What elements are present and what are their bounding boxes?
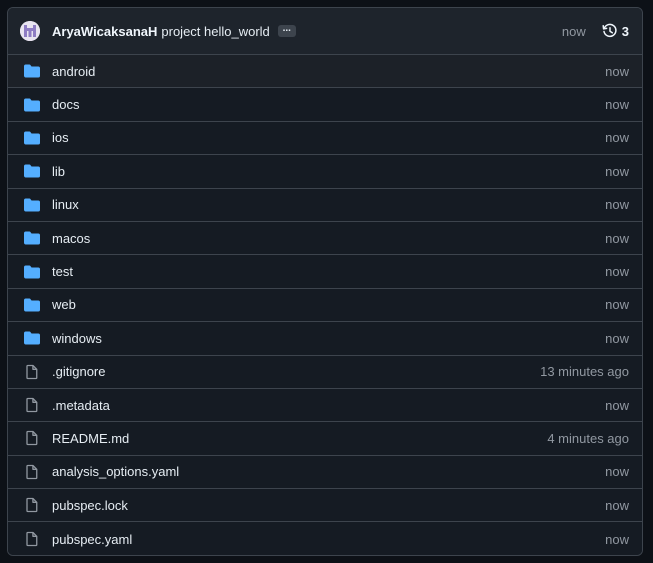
- last-updated: now: [605, 197, 629, 213]
- folder-row[interactable]: android now: [8, 55, 642, 89]
- folder-icon: [24, 330, 40, 346]
- file-name-link[interactable]: ios: [52, 130, 605, 145]
- file-row[interactable]: pubspec.yaml now: [8, 522, 642, 555]
- folder-row[interactable]: linux now: [8, 188, 642, 222]
- commit-time: now: [561, 23, 586, 39]
- file-icon: [24, 497, 40, 513]
- file-icon: [24, 430, 40, 446]
- avatar[interactable]: [20, 21, 40, 41]
- last-updated: now: [605, 464, 629, 480]
- file-name-link[interactable]: .gitignore: [52, 364, 540, 379]
- file-browser: AryaWicaksanaH project hello_world ... n…: [7, 7, 643, 556]
- folder-icon: [24, 197, 40, 213]
- last-updated: now: [605, 163, 629, 179]
- folder-icon: [24, 163, 40, 179]
- last-updated: 13 minutes ago: [540, 364, 629, 380]
- file-icon: [24, 531, 40, 547]
- last-updated: now: [605, 397, 629, 413]
- file-row[interactable]: README.md 4 minutes ago: [8, 422, 642, 456]
- file-name-link[interactable]: analysis_options.yaml: [52, 464, 605, 479]
- history-button[interactable]: 3: [602, 23, 629, 39]
- folder-icon: [24, 297, 40, 313]
- folder-row[interactable]: ios now: [8, 121, 642, 156]
- file-name-link[interactable]: web: [52, 297, 605, 312]
- last-updated: now: [605, 497, 629, 513]
- file-name-link[interactable]: test: [52, 264, 605, 279]
- folder-row[interactable]: docs now: [8, 88, 642, 122]
- folder-icon: [24, 230, 40, 246]
- file-name-link[interactable]: macos: [52, 231, 605, 246]
- file-row[interactable]: analysis_options.yaml now: [8, 455, 642, 490]
- file-name-link[interactable]: pubspec.yaml: [52, 532, 605, 547]
- folder-row[interactable]: test now: [8, 255, 642, 289]
- folder-icon: [24, 97, 40, 113]
- folder-row[interactable]: web now: [8, 288, 642, 323]
- file-name-link[interactable]: linux: [52, 197, 605, 212]
- file-name-link[interactable]: README.md: [52, 431, 547, 446]
- file-name-link[interactable]: pubspec.lock: [52, 498, 605, 513]
- latest-commit-bar: AryaWicaksanaH project hello_world ... n…: [8, 8, 642, 55]
- history-count: 3: [621, 23, 629, 39]
- last-updated: now: [605, 130, 629, 146]
- last-updated: now: [605, 63, 629, 79]
- file-icon: [24, 464, 40, 480]
- commit-author[interactable]: AryaWicaksanaH: [52, 24, 157, 39]
- file-icon: [24, 364, 40, 380]
- folder-row[interactable]: macos now: [8, 221, 642, 256]
- file-name-link[interactable]: .metadata: [52, 398, 605, 413]
- last-updated: now: [605, 297, 629, 313]
- last-updated: now: [605, 230, 629, 246]
- folder-icon: [24, 63, 40, 79]
- last-updated: now: [605, 97, 629, 113]
- folder-row[interactable]: windows now: [8, 322, 642, 356]
- file-row[interactable]: pubspec.lock now: [8, 489, 642, 523]
- file-name-link[interactable]: docs: [52, 97, 605, 112]
- file-name-link[interactable]: android: [52, 64, 605, 79]
- history-icon: [602, 23, 617, 38]
- folder-icon: [24, 130, 40, 146]
- folder-row[interactable]: lib now: [8, 155, 642, 189]
- last-updated: now: [605, 531, 629, 547]
- file-list: android now docs now ios now lib now linux now mac…: [8, 55, 642, 555]
- commit-message[interactable]: project hello_world: [161, 24, 269, 39]
- file-name-link[interactable]: windows: [52, 331, 605, 346]
- file-row[interactable]: .metadata now: [8, 388, 642, 423]
- expand-commit-button[interactable]: ...: [277, 24, 296, 37]
- folder-icon: [24, 264, 40, 280]
- file-icon: [24, 397, 40, 413]
- last-updated: 4 minutes ago: [547, 430, 629, 446]
- last-updated: now: [605, 330, 629, 346]
- file-row[interactable]: .gitignore 13 minutes ago: [8, 355, 642, 389]
- last-updated: now: [605, 264, 629, 280]
- file-name-link[interactable]: lib: [52, 164, 605, 179]
